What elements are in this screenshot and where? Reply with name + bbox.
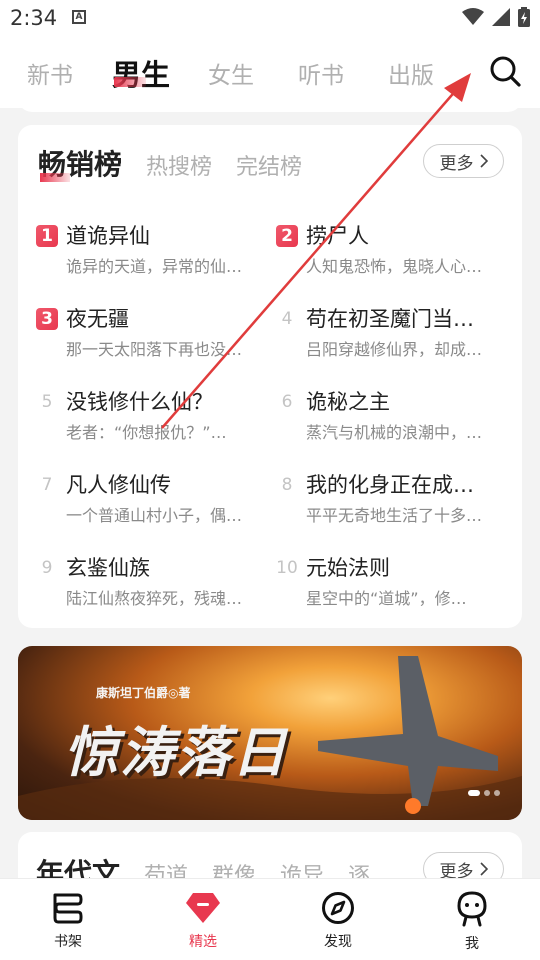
nav-bookshelf[interactable]: 书架: [28, 891, 108, 951]
profile-icon: [457, 891, 487, 927]
carousel-dot: [484, 790, 490, 796]
compass-icon: [322, 892, 354, 924]
nav-label: 发现: [324, 934, 352, 950]
signal-icon: [492, 8, 510, 26]
tab-new-books[interactable]: 新书: [27, 56, 73, 90]
carousel-dot: [494, 790, 500, 796]
book-item[interactable]: 3 夜无疆 那一天太阳落下再也没…: [36, 303, 266, 363]
nav-discover[interactable]: 发现: [298, 891, 378, 951]
book-title: 捞尸人: [306, 224, 369, 248]
rank-number: 8: [281, 475, 293, 495]
book-title: 玄鉴仙族: [66, 556, 150, 580]
book-item[interactable]: 4 苟在初圣魔门当… 吕阳穿越修仙界，却成…: [276, 303, 506, 363]
rank-number: 10: [276, 558, 298, 578]
nav-profile[interactable]: 我: [432, 891, 512, 953]
banner-title: 惊涛落日: [64, 721, 288, 784]
book-description: 蒸汽与机械的浪潮中，…: [306, 423, 483, 442]
rank-number: 5: [41, 392, 53, 412]
bookshelf-icon: [53, 893, 83, 924]
book-title: 道诡异仙: [66, 224, 150, 248]
book-description: 一个普通山村小子，偶…: [66, 506, 243, 525]
book-item[interactable]: 6 诡秘之主 蒸汽与机械的浪潮中，…: [276, 386, 506, 446]
rank-badge: 2: [276, 225, 298, 247]
book-title: 没钱修什么仙？: [66, 390, 213, 414]
book-description: 那一天太阳落下再也没…: [66, 340, 243, 359]
book-item[interactable]: 8 我的化身正在成… 平平无奇地生活了十多…: [276, 469, 506, 529]
book-item[interactable]: 2 捞尸人 人知鬼恐怖，鬼晓人心…: [276, 220, 506, 280]
tab-audiobooks[interactable]: 听书: [298, 56, 344, 90]
tab-male[interactable]: 男生: [112, 52, 170, 94]
nav-label: 我: [465, 936, 479, 952]
book-item[interactable]: 5 没钱修什么仙？ 老者：“你想报仇？”…: [36, 386, 266, 446]
wifi-icon: [462, 8, 484, 25]
book-item[interactable]: 10 元始法则 星空中的“道城”，修…: [276, 552, 506, 612]
book-description: 陆江仙熬夜猝死，残魂…: [66, 589, 243, 608]
book-description: 诡异的天道，异常的仙…: [66, 257, 243, 276]
book-description: 星空中的“道城”，修…: [306, 589, 467, 608]
book-title: 诡秘之主: [306, 390, 390, 414]
ranking-tabs: 畅销榜 热搜榜 完结榜: [38, 143, 302, 183]
bottom-nav: 书架 精选 发现 我: [0, 878, 540, 960]
status-bar: 2:34 A: [0, 0, 540, 36]
chevron-right-icon: [479, 862, 488, 876]
ranking-tab-indicator: [40, 173, 70, 182]
featured-diamond-icon: [186, 893, 220, 923]
book-description: 老者：“你想报仇？”…: [66, 423, 227, 442]
nav-label: 精选: [189, 934, 217, 950]
book-item[interactable]: 7 凡人修仙传 一个普通山村小子，偶…: [36, 469, 266, 529]
book-title: 夜无疆: [66, 307, 129, 331]
carousel-dots: [468, 790, 500, 796]
status-time: 2:34: [10, 6, 58, 30]
status-icons: [462, 7, 530, 27]
promo-banner[interactable]: 康斯坦丁伯爵◎著 惊涛落日: [18, 646, 522, 820]
rank-badge: 1: [36, 225, 58, 247]
book-description: 人知鬼恐怖，鬼晓人心…: [306, 257, 483, 276]
search-icon: [490, 56, 521, 87]
tab-female[interactable]: 女生: [208, 56, 254, 90]
rank-number: 4: [281, 309, 293, 329]
more-label: 更多: [439, 153, 474, 174]
carousel-dot: [468, 790, 480, 796]
book-description: 吕阳穿越修仙界，却成…: [306, 340, 483, 359]
rank-number: 6: [281, 392, 293, 412]
nav-label: 书架: [54, 934, 82, 950]
search-button[interactable]: [488, 54, 522, 88]
book-title: 元始法则: [306, 556, 390, 580]
nav-featured[interactable]: 精选: [163, 891, 243, 951]
book-item[interactable]: 9 玄鉴仙族 陆江仙熬夜猝死，残魂…: [36, 552, 266, 612]
ranking-more-button[interactable]: 更多: [423, 144, 504, 178]
notification-icon: A: [72, 10, 86, 24]
battery-icon: [518, 7, 530, 27]
banner-author: 康斯坦丁伯爵◎著: [96, 686, 191, 700]
book-description: 平平无奇地生活了十多…: [306, 506, 483, 525]
rank-number: 9: [41, 558, 53, 578]
ranking-card: 畅销榜 热搜榜 完结榜 更多 1 道诡异仙 诡异的天道，异常的仙… 2 捞尸人 …: [18, 125, 522, 628]
tab-published[interactable]: 出版: [388, 56, 434, 90]
book-item[interactable]: 1 道诡异仙 诡异的天道，异常的仙…: [36, 220, 266, 280]
rank-number: 7: [41, 475, 53, 495]
book-title: 凡人修仙传: [66, 473, 171, 497]
book-title: 苟在初圣魔门当…: [306, 307, 474, 331]
tab-completed[interactable]: 完结榜: [236, 149, 302, 181]
active-tab-indicator: [114, 77, 146, 87]
tab-hot-search[interactable]: 热搜榜: [146, 149, 212, 181]
previous-card-edge: [18, 96, 522, 112]
chevron-right-icon: [479, 154, 488, 168]
rank-badge: 3: [36, 308, 58, 330]
book-title: 我的化身正在成…: [306, 473, 474, 497]
